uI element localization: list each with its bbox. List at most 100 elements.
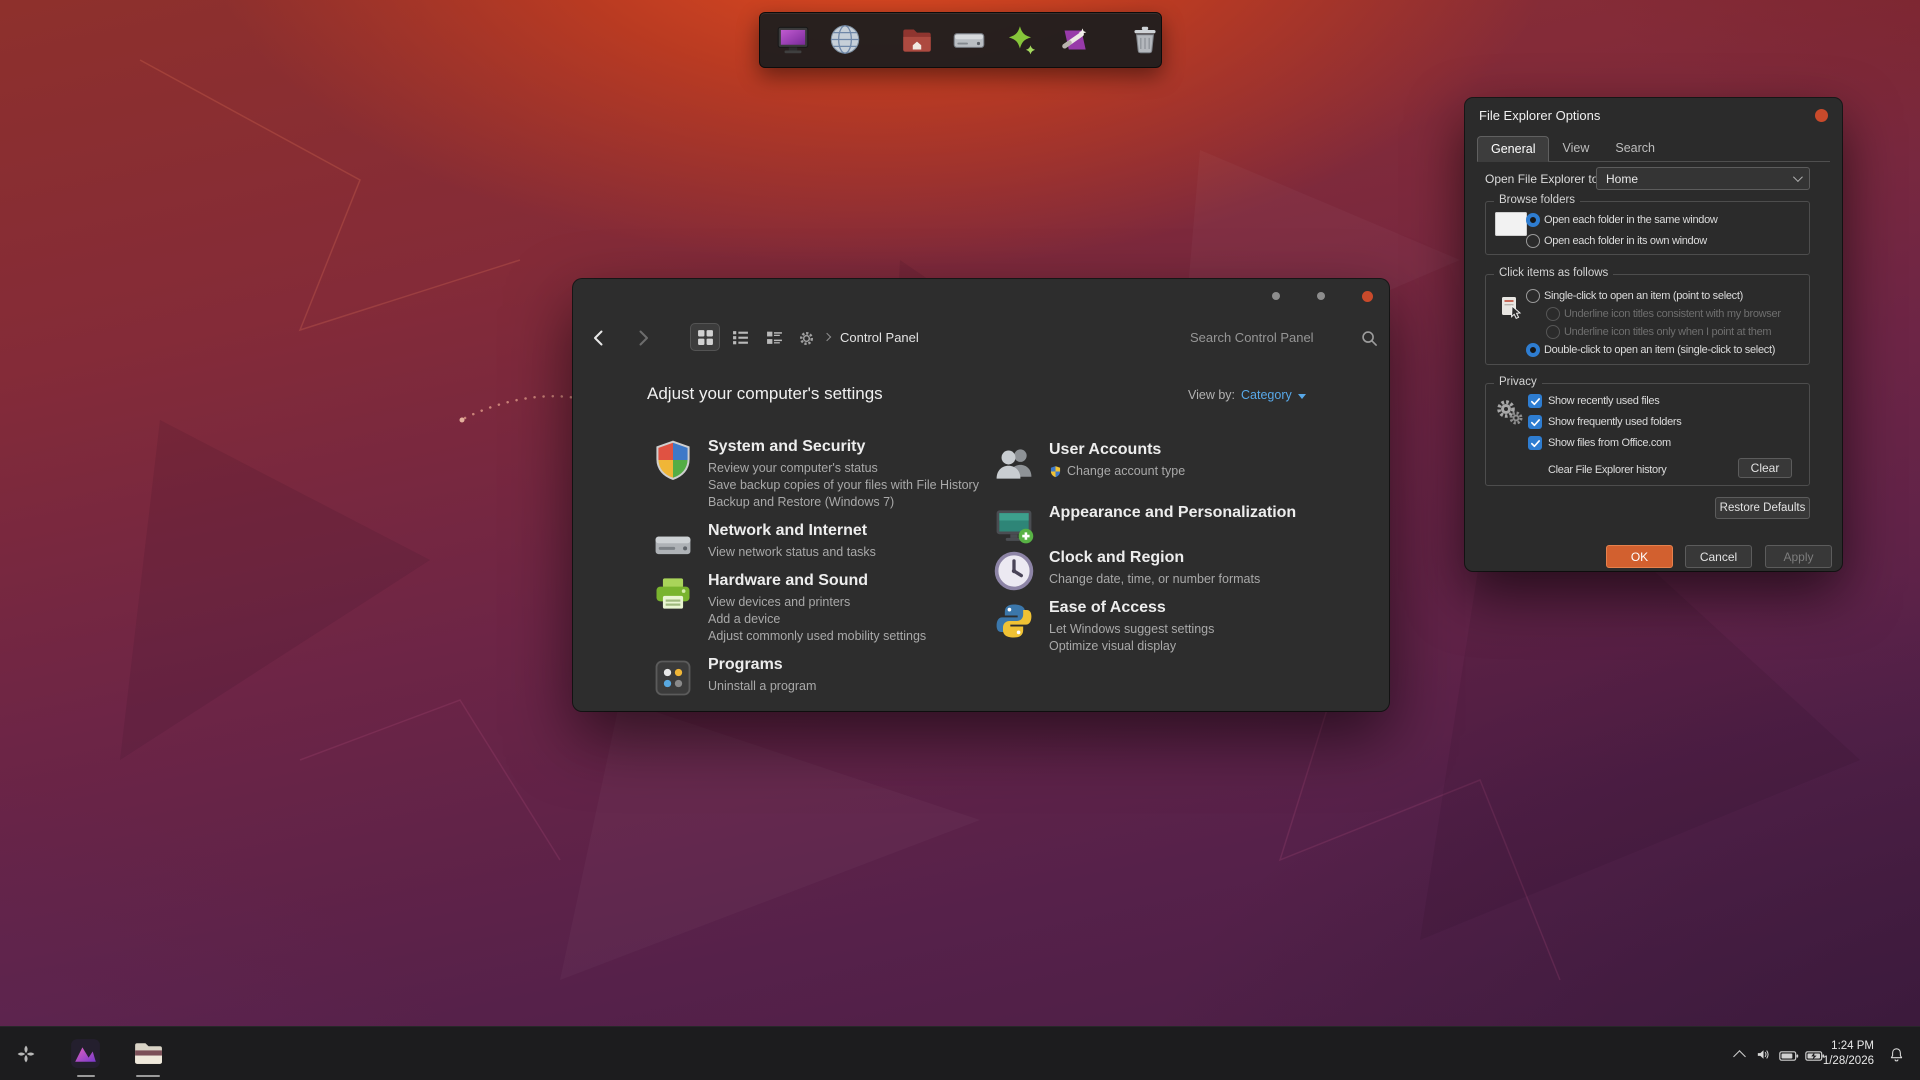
tab-view[interactable]: View [1549,136,1602,161]
maximize-button[interactable] [1317,292,1325,300]
radio-same-window[interactable] [1526,213,1540,227]
clock-icon[interactable] [992,549,1036,593]
close-button[interactable] [1362,291,1373,302]
radio-label[interactable]: Underline icon titles consistent with my… [1564,307,1781,321]
running-indicator [77,1075,95,1078]
checkbox-office-files[interactable] [1528,436,1542,450]
tab-search[interactable]: Search [1602,136,1668,161]
users-icon[interactable] [992,441,1036,485]
radio-label[interactable]: Open each folder in its own window [1544,234,1707,248]
ease-of-access-icon[interactable] [992,599,1036,643]
category-link[interactable]: Optimize visual display [1049,638,1214,655]
radio-double-click[interactable] [1526,343,1540,357]
category-link[interactable]: Add a device [708,611,926,628]
category-title[interactable]: Programs [708,654,816,675]
network-drive-icon[interactable] [651,522,695,566]
sparkle-extensions-icon[interactable] [1002,21,1040,59]
pinwheel-icon[interactable] [16,1044,36,1069]
checkbox-recent-files[interactable] [1528,394,1542,408]
monitor-plus-icon[interactable] [992,504,1036,548]
category-ease-of-access: Ease of Access Let Windows suggest setti… [992,597,1362,655]
tiles-view-button[interactable] [760,324,788,350]
breadcrumb-chevron-icon [823,333,831,341]
forward-button[interactable] [631,326,655,350]
close-icon[interactable] [1815,109,1828,122]
list-view-button[interactable] [726,324,754,350]
category-link[interactable]: View network status and tasks [708,544,876,561]
control-panel-window: Control Panel Search Control Panel Adjus… [573,279,1389,711]
category-title[interactable]: Hardware and Sound [708,570,926,591]
radio-single-click[interactable] [1526,289,1540,303]
battery-icon[interactable] [1779,1049,1799,1067]
tab-general[interactable]: General [1477,136,1549,162]
category-link[interactable]: View devices and printers [708,594,926,611]
open-to-dropdown[interactable]: Home [1596,167,1810,190]
dropdown-value: Home [1606,172,1638,186]
category-link-label[interactable]: Change account type [1067,463,1185,480]
category-title[interactable]: User Accounts [1049,439,1185,460]
apply-button[interactable]: Apply [1765,545,1832,568]
taskbar-app-icon-1[interactable] [69,1037,102,1075]
minimize-button[interactable] [1272,292,1280,300]
restore-defaults-button[interactable]: Restore Defaults [1715,497,1810,519]
tweaks-wand-icon[interactable] [1054,21,1092,59]
checkbox-frequent-folders[interactable] [1528,415,1542,429]
search-icon[interactable] [1359,328,1379,348]
checkbox-label[interactable]: Show files from Office.com [1548,436,1671,450]
category-title[interactable]: Appearance and Personalization [1049,502,1296,523]
grid-view-button[interactable] [691,324,719,350]
drive-icon[interactable] [950,21,988,59]
category-user-accounts: User Accounts Change account type [992,439,1362,485]
search-input[interactable]: Search Control Panel [1190,330,1314,345]
browser-globe-icon[interactable] [826,21,864,59]
group-label: Click items as follows [1494,267,1613,279]
open-to-label: Open File Explorer to: [1485,172,1602,186]
category-link[interactable]: Change account type [1049,463,1185,480]
ok-button[interactable]: OK [1606,545,1673,568]
category-programs: Programs Uninstall a program [651,654,1021,700]
folder-window-icon [1495,212,1527,236]
radio-label[interactable]: Underline icon titles only when I point … [1564,325,1771,339]
security-shield-icon[interactable] [651,438,695,482]
checkbox-label[interactable]: Show frequently used folders [1548,415,1681,429]
clock[interactable]: 1:24 PM 1/28/2026 [1820,1039,1874,1069]
view-by-value[interactable]: Category [1241,388,1292,402]
category-link[interactable]: Save backup copies of your files with Fi… [708,477,979,494]
category-link[interactable]: Adjust commonly used mobility settings [708,628,926,645]
category-link[interactable]: Change date, time, or number formats [1049,571,1260,588]
category-title[interactable]: System and Security [708,436,979,457]
show-hidden-icons-chevron[interactable] [1733,1050,1746,1063]
back-button[interactable] [587,326,611,350]
clear-button[interactable]: Clear [1738,458,1792,478]
chevron-down-icon[interactable] [1298,394,1306,399]
checkbox-label[interactable]: Show recently used files [1548,394,1659,408]
page-title: Adjust your computer's settings [647,384,883,404]
trash-icon[interactable] [1126,21,1164,59]
file-explorer-options-dialog: File Explorer Options General View Searc… [1465,98,1842,571]
category-title[interactable]: Ease of Access [1049,597,1214,618]
cancel-button[interactable]: Cancel [1685,545,1752,568]
radio-own-window[interactable] [1526,234,1540,248]
radio-label[interactable]: Open each folder in the same window [1544,213,1718,227]
green-printer-icon[interactable] [651,572,695,616]
taskbar-app-icon-files[interactable] [131,1037,164,1075]
category-link[interactable]: Uninstall a program [708,678,816,695]
control-panel-gear-icon[interactable] [795,327,817,349]
breadcrumb[interactable]: Control Panel [840,330,919,345]
bell-icon[interactable] [1888,1046,1905,1068]
privacy-group: Privacy Show recently used files Show fr… [1485,383,1810,486]
radio-underline-consistent[interactable] [1546,307,1560,321]
home-folder-icon[interactable] [898,21,936,59]
programs-grid-icon[interactable] [651,656,695,700]
category-title[interactable]: Network and Internet [708,520,876,541]
category-link[interactable]: Review your computer's status [708,460,979,477]
category-title[interactable]: Clock and Region [1049,547,1260,568]
radio-underline-point[interactable] [1546,325,1560,339]
speaker-icon[interactable] [1755,1046,1772,1068]
category-clock-and-region: Clock and Region Change date, time, or n… [992,547,1362,593]
radio-label[interactable]: Double-click to open an item (single-cli… [1544,343,1775,357]
category-link[interactable]: Let Windows suggest settings [1049,621,1214,638]
radio-label[interactable]: Single-click to open an item (point to s… [1544,289,1743,303]
display-icon[interactable] [774,21,812,59]
category-link[interactable]: Backup and Restore (Windows 7) [708,494,979,511]
